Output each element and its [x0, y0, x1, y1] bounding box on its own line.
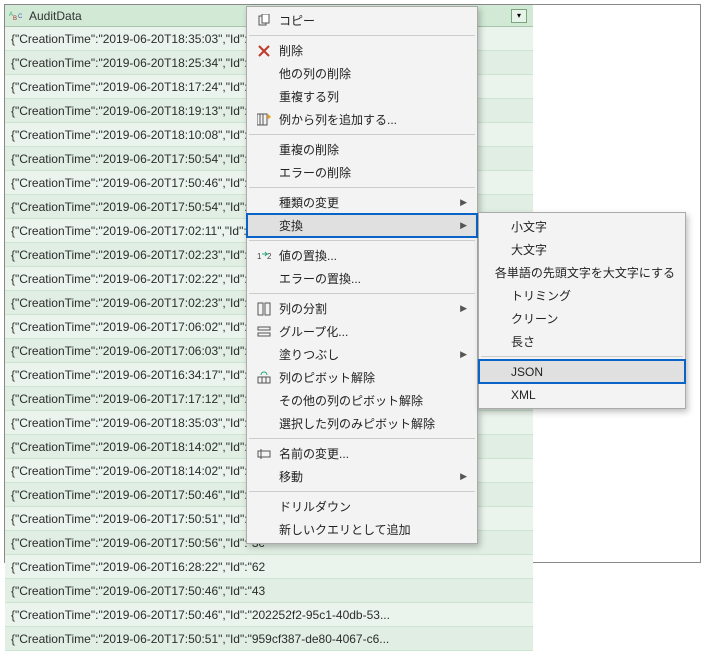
group-icon — [253, 325, 275, 339]
menu-duplicate-column[interactable]: 重複する列 — [247, 85, 477, 108]
menu-add-as-query[interactable]: 新しいクエリとして追加 — [247, 518, 477, 541]
table-row[interactable]: {"CreationTime":"2019-06-20T16:28:22","I… — [5, 555, 533, 579]
menu-json[interactable]: JSON — [479, 360, 685, 383]
menu-unpivot-selected[interactable]: 選択した列のみピボット解除 — [247, 412, 477, 435]
menu-transform[interactable]: 変換▶ — [247, 214, 477, 237]
menu-xml[interactable]: XML — [479, 383, 685, 406]
menu-separator — [249, 35, 475, 36]
submenu-arrow-icon: ▶ — [460, 349, 467, 360]
column-type-icon: ABC — [9, 10, 27, 22]
menu-clean[interactable]: クリーン — [479, 307, 685, 330]
menu-copy[interactable]: コピー — [247, 9, 477, 32]
menu-split-column[interactable]: 列の分割▶ — [247, 297, 477, 320]
menu-unpivot[interactable]: 列のピボット解除 — [247, 366, 477, 389]
table-row[interactable]: {"CreationTime":"2019-06-20T17:50:46","I… — [5, 603, 533, 627]
menu-rename[interactable]: 名前の変更... — [247, 442, 477, 465]
menu-separator — [481, 356, 683, 357]
split-icon — [253, 302, 275, 316]
menu-remove-others[interactable]: 他の列の削除 — [247, 62, 477, 85]
add-col-icon: ✦ — [253, 113, 275, 127]
menu-trim[interactable]: トリミング — [479, 284, 685, 307]
menu-length[interactable]: 長さ — [479, 330, 685, 353]
column-filter-dropdown[interactable]: ▾ — [511, 9, 527, 23]
menu-uppercase[interactable]: 大文字 — [479, 238, 685, 261]
menu-separator — [249, 438, 475, 439]
menu-fill[interactable]: 塗りつぶし▶ — [247, 343, 477, 366]
replace-icon: 12 — [253, 249, 275, 263]
submenu-arrow-icon: ▶ — [460, 303, 467, 314]
menu-move[interactable]: 移動▶ — [247, 465, 477, 488]
menu-group-by[interactable]: グループ化... — [247, 320, 477, 343]
submenu-arrow-icon: ▶ — [460, 471, 467, 482]
svg-text:✦: ✦ — [265, 113, 271, 122]
svg-text:C: C — [18, 14, 23, 20]
menu-capitalize-words[interactable]: 各単語の先頭文字を大文字にする — [479, 261, 685, 284]
menu-replace-errors[interactable]: エラーの置換... — [247, 267, 477, 290]
unpivot-icon — [253, 371, 275, 385]
menu-separator — [249, 491, 475, 492]
menu-change-type[interactable]: 種類の変更▶ — [247, 191, 477, 214]
menu-separator — [249, 187, 475, 188]
context-menu-transform: 小文字 大文字 各単語の先頭文字を大文字にする トリミング クリーン 長さ JS… — [478, 212, 686, 409]
copy-icon — [253, 14, 275, 28]
menu-unpivot-other[interactable]: その他の列のピボット解除 — [247, 389, 477, 412]
submenu-arrow-icon: ▶ — [460, 197, 467, 208]
svg-text:1: 1 — [257, 252, 262, 261]
menu-separator — [249, 240, 475, 241]
svg-text:B: B — [13, 16, 17, 22]
menu-remove-duplicates[interactable]: 重複の削除 — [247, 138, 477, 161]
menu-separator — [249, 293, 475, 294]
menu-remove-errors[interactable]: エラーの削除 — [247, 161, 477, 184]
menu-drill-down[interactable]: ドリルダウン — [247, 495, 477, 518]
remove-icon — [253, 45, 275, 57]
menu-lowercase[interactable]: 小文字 — [479, 215, 685, 238]
menu-add-column-from-examples[interactable]: ✦ 例から列を追加する... — [247, 108, 477, 131]
context-menu-column: コピー 削除 他の列の削除 重複する列 ✦ 例から列を追加する... 重複の削除… — [246, 6, 478, 544]
menu-separator — [249, 134, 475, 135]
menu-remove[interactable]: 削除 — [247, 39, 477, 62]
table-row[interactable]: {"CreationTime":"2019-06-20T17:50:51","I… — [5, 627, 533, 651]
rename-icon — [253, 447, 275, 461]
submenu-arrow-icon: ▶ — [460, 220, 467, 231]
menu-replace-values[interactable]: 12 値の置換... — [247, 244, 477, 267]
table-row[interactable]: {"CreationTime":"2019-06-20T17:50:46","I… — [5, 579, 533, 603]
svg-text:2: 2 — [267, 252, 271, 261]
